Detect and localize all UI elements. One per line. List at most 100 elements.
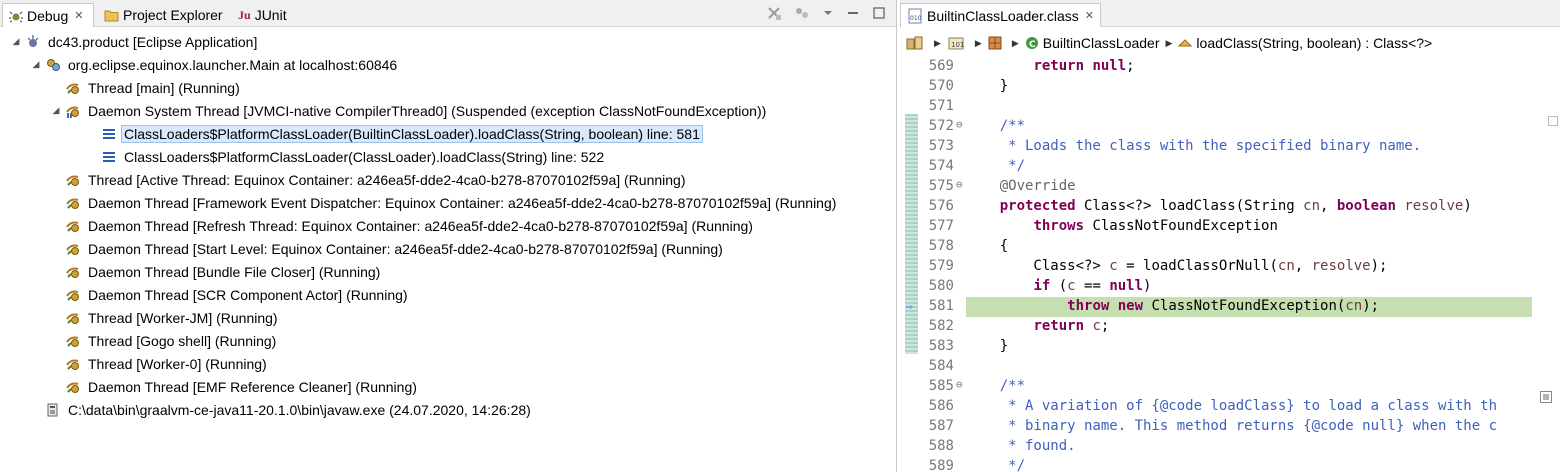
thread-item[interactable]: Thread [Active Thread: Equinox Container… xyxy=(50,168,688,191)
tab-junit[interactable]: Ju JUnit xyxy=(232,3,293,27)
thread-suspended-icon xyxy=(65,103,81,119)
code-editor[interactable]: 569 return null; 570 } 571 572 ⊖ /** 573 * Lo… xyxy=(900,56,1560,472)
code-text: } xyxy=(966,78,1009,94)
code-text: { xyxy=(966,238,1009,254)
code-line[interactable]: 579 Class<?> c = loadClassOrNull(cn, res… xyxy=(900,257,1560,277)
code-line[interactable]: 588 * found. xyxy=(900,437,1560,457)
thread-item[interactable]: Daemon Thread [EMF Reference Cleaner] (R… xyxy=(50,375,420,398)
thread-running-icon xyxy=(65,218,81,234)
tree-item-label: Thread [main] (Running) xyxy=(88,79,240,96)
code-line[interactable]: 586 * A variation of {@code loadClass} t… xyxy=(900,397,1560,417)
instruction-pointer-icon: ⇨ xyxy=(906,300,913,313)
line-number: 569 xyxy=(928,58,954,74)
view-menu-icon[interactable] xyxy=(822,6,834,23)
tree-item-label: Daemon System Thread [JVMCI-native Compi… xyxy=(88,102,767,119)
thread-item[interactable]: ◢ Daemon System Thread [JVMCI-native Comp… xyxy=(50,99,769,122)
thread-item[interactable]: Thread [main] (Running) xyxy=(50,76,243,99)
line-number: 584 xyxy=(928,358,954,374)
thread-running-icon xyxy=(65,172,81,188)
tree-item-label: C:\data\bin\graalvm-ce-java11-20.1.0\bin… xyxy=(68,401,531,418)
thread-running-icon xyxy=(65,80,81,96)
code-line[interactable]: 585 ⊖ /** xyxy=(900,377,1560,397)
code-text: /** xyxy=(999,378,1026,394)
method-icon[interactable] xyxy=(1178,37,1193,49)
minimize-icon[interactable] xyxy=(846,6,860,23)
thread-item[interactable]: Daemon Thread [SCR Component Actor] (Run… xyxy=(50,283,411,306)
code-line[interactable]: 583 } xyxy=(900,337,1560,357)
thread-item[interactable]: Daemon Thread [Framework Event Dispatche… xyxy=(50,191,839,214)
debug-settings-icon[interactable] xyxy=(794,5,810,24)
code-line[interactable]: 575 ⊖ @Override xyxy=(900,177,1560,197)
fold-toggle-icon[interactable]: ⊖ xyxy=(956,118,963,131)
code-line[interactable]: 573 * Loads the class with the specified… xyxy=(900,137,1560,157)
debug-target-icon xyxy=(45,57,61,73)
debug-target-item[interactable]: ◢ org.eclipse.equinox.launcher.Main at lo… xyxy=(30,53,400,76)
tree-item-label: Daemon Thread [Start Level: Equinox Cont… xyxy=(88,240,723,257)
line-number: 588 xyxy=(928,438,954,454)
thread-item[interactable]: Thread [Worker-JM] (Running) xyxy=(50,306,281,329)
jar-icon[interactable]: 101 xyxy=(947,35,965,51)
code-line[interactable]: 571 xyxy=(900,97,1560,117)
code-line[interactable]: 574 */ xyxy=(900,157,1560,177)
code-text: throws ClassNotFoundException xyxy=(1033,218,1278,234)
maximize-icon[interactable] xyxy=(872,6,886,23)
code-line[interactable]: 578 { xyxy=(900,237,1560,257)
code-text: /** xyxy=(999,118,1026,134)
line-number: 571 xyxy=(928,98,954,114)
editor-view: 010 BuiltinClassLoader.class ✕ ▶ 101 ▶ ▶… xyxy=(900,0,1560,472)
library-icon[interactable] xyxy=(906,35,924,51)
process-item[interactable]: C:\data\bin\graalvm-ce-java11-20.1.0\bin… xyxy=(30,398,534,421)
fold-toggle-icon[interactable]: ⊖ xyxy=(956,378,963,391)
tree-item-label: Thread [Worker-JM] (Running) xyxy=(88,309,278,326)
thread-item[interactable]: Daemon Thread [Start Level: Equinox Cont… xyxy=(50,237,726,260)
chevron-right-icon: ▶ xyxy=(1011,37,1019,48)
code-line[interactable]: 569 return null; xyxy=(900,57,1560,77)
remove-launches-icon[interactable] xyxy=(766,5,782,24)
tab-project-explorer[interactable]: Project Explorer xyxy=(98,3,229,27)
code-line[interactable]: 577 throws ClassNotFoundException xyxy=(900,217,1560,237)
line-number: 579 xyxy=(928,258,954,274)
thread-running-icon xyxy=(65,264,81,280)
package-icon[interactable] xyxy=(988,36,1002,50)
line-number: 573 xyxy=(928,138,954,154)
code-line[interactable]: 587 * binary name. This method returns {… xyxy=(900,417,1560,437)
code-line[interactable]: 584 xyxy=(900,357,1560,377)
code-line[interactable]: 582 return c; xyxy=(900,317,1560,337)
code-text: throw new ClassNotFoundException(cn); xyxy=(1067,298,1380,314)
close-icon[interactable]: ✕ xyxy=(74,9,83,22)
thread-running-icon xyxy=(65,379,81,395)
line-number: 589 xyxy=(928,458,954,472)
tab-builtin-class-loader[interactable]: 010 BuiltinClassLoader.class ✕ xyxy=(900,3,1101,27)
scroll-thumb-icon[interactable] xyxy=(1540,391,1552,406)
expand-arrow-icon[interactable]: ◢ xyxy=(50,105,62,116)
stack-frame-item[interactable]: ClassLoaders$PlatformClassLoader(Builtin… xyxy=(86,122,703,145)
tab-debug[interactable]: Debug ✕ xyxy=(2,3,94,27)
expand-arrow-icon[interactable]: ◢ xyxy=(30,59,42,70)
class-icon[interactable]: C xyxy=(1025,36,1039,50)
code-line[interactable]: 589 */ xyxy=(900,457,1560,472)
code-text: if (c == null) xyxy=(1033,278,1152,294)
line-number: 581 xyxy=(928,298,954,314)
stack-frame-item[interactable]: ClassLoaders$PlatformClassLoader(ClassLo… xyxy=(86,145,607,168)
line-number: 587 xyxy=(928,418,954,434)
thread-item[interactable]: Thread [Gogo shell] (Running) xyxy=(50,329,279,352)
code-line[interactable]: 576 protected Class<?> loadClass(String … xyxy=(900,197,1560,217)
code-line[interactable]: 580 if (c == null) xyxy=(900,277,1560,297)
breadcrumb-class[interactable]: BuiltinClassLoader xyxy=(1043,35,1160,51)
code-text: Class<?> c = loadClassOrNull(cn, resolve… xyxy=(966,258,1388,274)
thread-item[interactable]: Daemon Thread [Refresh Thread: Equinox C… xyxy=(50,214,756,237)
expand-arrow-icon[interactable]: ◢ xyxy=(10,36,22,47)
fold-toggle-icon[interactable]: ⊖ xyxy=(956,178,963,191)
overview-ruler[interactable] xyxy=(1534,56,1560,472)
breadcrumb-method[interactable]: loadClass(String, boolean) : Class<?> xyxy=(1196,35,1432,51)
tree-item-label: Thread [Active Thread: Equinox Container… xyxy=(88,171,686,188)
code-line[interactable]: 570 } xyxy=(900,77,1560,97)
debug-view: Debug ✕ Project Explorer Ju JUnit ◢ dc43… xyxy=(0,0,897,472)
close-icon[interactable]: ✕ xyxy=(1085,9,1094,22)
thread-item[interactable]: Thread [Worker-0] (Running) xyxy=(50,352,270,375)
current-instruction-line[interactable]: ⇨ 581 throw new ClassNotFoundException(cn… xyxy=(900,297,1560,317)
thread-running-icon xyxy=(65,333,81,349)
thread-item[interactable]: Daemon Thread [Bundle File Closer] (Runn… xyxy=(50,260,383,283)
code-line[interactable]: 572 ⊖ /** xyxy=(900,117,1560,137)
launch-item[interactable]: ◢ dc43.product [Eclipse Application] xyxy=(10,30,260,53)
